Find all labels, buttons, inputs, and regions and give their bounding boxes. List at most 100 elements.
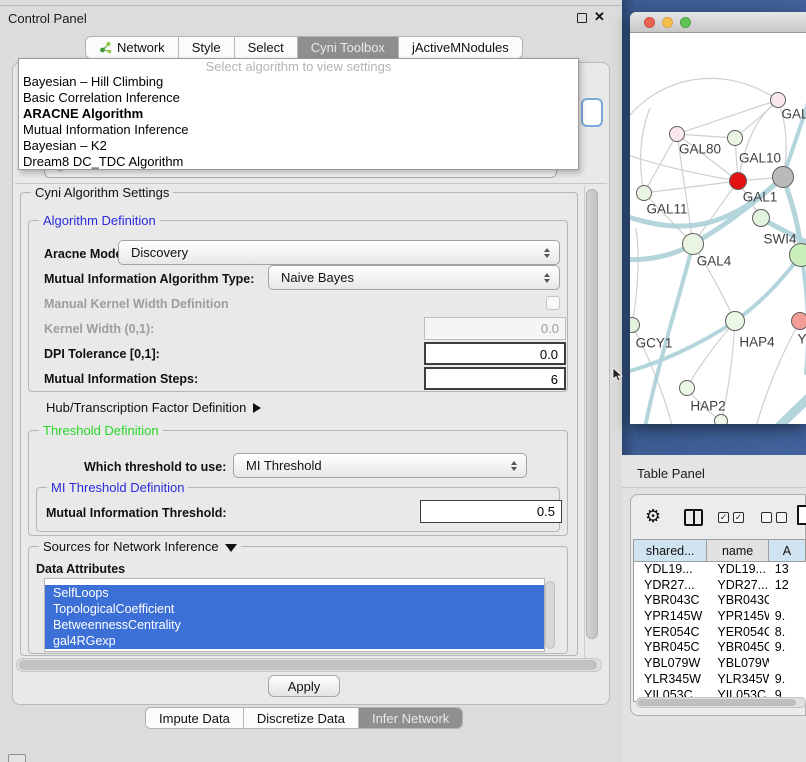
network-node[interactable] (682, 233, 704, 255)
attribute-list-item[interactable]: TopologicalCoefficient (45, 601, 544, 617)
column-header-clipped[interactable]: A (769, 540, 806, 562)
network-node[interactable] (752, 209, 770, 227)
tab-impute-data[interactable]: Impute Data (146, 708, 244, 728)
spinner-arrows-icon (544, 273, 550, 283)
table-cell (769, 656, 806, 672)
bottom-tabbar: Impute Data Discretize Data Infer Networ… (145, 707, 463, 729)
aracne-mode-label: Aracne Mode: (44, 247, 127, 261)
column-header-shared-name[interactable]: shared... (634, 540, 707, 562)
algorithm-option[interactable]: Mutual Information Inference (19, 122, 578, 138)
tab-style[interactable]: Style (179, 37, 235, 58)
close-icon[interactable]: ✕ (594, 9, 605, 25)
table-hscroll-thumb[interactable] (638, 699, 796, 706)
attribute-list-item[interactable]: SelfLoops (45, 585, 544, 601)
sources-group-title[interactable]: Sources for Network Inference (39, 539, 241, 554)
network-node[interactable] (725, 311, 745, 331)
inference-algorithm-combo-fragment[interactable] (581, 98, 603, 127)
network-node[interactable] (729, 172, 747, 190)
tab-select[interactable]: Select (235, 37, 298, 58)
table-cell: YBR043C (634, 593, 707, 609)
network-node[interactable] (727, 130, 743, 146)
table-cell: 12 (769, 578, 806, 594)
unchecked-checkbox-icon[interactable] (761, 512, 772, 523)
network-window-titlebar[interactable] (630, 12, 806, 33)
table-cell (769, 593, 806, 609)
algorithm-option[interactable]: Bayesian – K2 (19, 138, 578, 154)
network-node[interactable] (679, 380, 695, 396)
table-row[interactable]: YLR345WYLR345W9. (634, 672, 806, 688)
table-row[interactable]: YBR043CYBR043C (634, 593, 806, 609)
which-threshold-value: MI Threshold (246, 458, 322, 473)
table-cell: YPR145W (634, 609, 707, 625)
network-node-label: HAP4 (739, 335, 774, 350)
column-header-name[interactable]: name (707, 540, 768, 562)
zoom-traffic-light-icon[interactable] (680, 17, 691, 28)
unchecked-checkbox-icon[interactable] (776, 512, 787, 523)
network-canvas[interactable]: GALGAL80GAL10GAL1GAL11SWI4GAL4GCY1HAP4YH… (630, 33, 806, 424)
hub-definition-toggle[interactable]: Hub/Transcription Factor Definition (46, 400, 261, 415)
table-row[interactable]: YPR145WYPR145W9. (634, 609, 806, 625)
algorithm-option[interactable]: Basic Correlation Inference (19, 90, 578, 106)
kernel-width-field[interactable]: 0.0 (424, 317, 566, 340)
tab-discretize-data[interactable]: Discretize Data (244, 708, 359, 728)
network-node[interactable] (789, 243, 806, 267)
dpi-tolerance-field[interactable]: 0.0 (424, 342, 566, 365)
algorithm-option[interactable]: ARACNE Algorithm (19, 106, 578, 122)
algorithm-option[interactable]: Bayesian – Hill Climbing (19, 74, 578, 90)
tab-cyni-toolbox[interactable]: Cyni Toolbox (298, 37, 399, 58)
table-row[interactable]: YBR045CYBR045C9. (634, 640, 806, 656)
minimize-traffic-light-icon[interactable] (662, 17, 673, 28)
network-node[interactable] (714, 414, 728, 424)
apply-button[interactable]: Apply (268, 675, 340, 697)
network-window[interactable]: GALGAL80GAL10GAL1GAL11SWI4GAL4GCY1HAP4YH… (630, 12, 806, 424)
tab-network[interactable]: Network (86, 37, 179, 58)
network-node[interactable] (636, 185, 652, 201)
algorithm-option[interactable]: Dream8 DC_TDC Algorithm (19, 154, 578, 170)
manual-kernel-checkbox[interactable] (546, 296, 560, 310)
minimized-panel-icon[interactable] (8, 754, 26, 762)
which-threshold-combo[interactable]: MI Threshold (233, 453, 527, 478)
mi-type-combo[interactable]: Naive Bayes (268, 265, 560, 290)
network-canvas-nodes: GALGAL80GAL10GAL1GAL11SWI4GAL4GCY1HAP4YH… (630, 33, 806, 424)
mi-threshold-group-title: MI Threshold Definition (47, 480, 188, 495)
tab-jactivemnodules[interactable]: jActiveMNodules (399, 37, 522, 58)
gear-icon[interactable]: ⚙ (645, 506, 661, 527)
checked-checkbox-icon[interactable]: ✓ (733, 512, 744, 523)
mi-threshold-field[interactable]: 0.5 (420, 500, 562, 523)
mi-type-value: Naive Bayes (281, 270, 354, 285)
table-row[interactable]: YDR27...YDR27...12 (634, 578, 806, 594)
network-node-label: GAL11 (646, 202, 687, 217)
network-node[interactable] (772, 166, 794, 188)
mi-steps-field[interactable]: 6 (424, 367, 566, 390)
table-cell: YBR043C (707, 593, 768, 609)
aracne-mode-combo[interactable]: Discovery (118, 240, 560, 265)
network-node[interactable] (630, 317, 640, 333)
close-traffic-light-icon[interactable] (644, 17, 655, 28)
table-cell: YBR045C (634, 640, 707, 656)
collapse-down-icon (225, 544, 237, 552)
table-row[interactable]: YDL19...YDL19...13 (634, 562, 806, 578)
cyni-algorithm-settings-title: Cyni Algorithm Settings (31, 185, 173, 200)
settings-vscroll-thumb[interactable] (586, 189, 598, 639)
document-icon[interactable] (797, 505, 806, 525)
attribute-list-item[interactable]: gal4RGexp (45, 633, 544, 649)
table-cell: 9. (769, 640, 806, 656)
attribute-list-scrollbar[interactable] (545, 581, 555, 649)
kernel-width-label: Kernel Width (0,1): (44, 322, 154, 336)
attribute-list-item[interactable]: BetweennessCentrality (45, 617, 544, 633)
network-node[interactable] (791, 312, 806, 330)
table-cell: YPR145W (707, 609, 768, 625)
checked-checkbox-icon[interactable]: ✓ (718, 512, 729, 523)
data-attributes-list[interactable]: SelfLoopsTopologicalCoefficientBetweenne… (44, 578, 545, 652)
settings-hscroll-thumb[interactable] (19, 660, 597, 670)
network-node[interactable] (669, 126, 685, 142)
table-row[interactable]: YER054CYER054C8. (634, 625, 806, 641)
table-row[interactable]: YBL079WYBL079W (634, 656, 806, 672)
float-window-icon[interactable] (577, 13, 587, 23)
split-columns-icon[interactable] (684, 509, 703, 526)
table-cell: YBL079W (634, 656, 707, 672)
network-node-label: HAP2 (690, 399, 725, 414)
tab-infer-network[interactable]: Infer Network (359, 708, 462, 728)
table-body: YDL19...YDL19...13YDR27...YDR27...12YBR0… (634, 562, 806, 702)
table-cell: YBL079W (707, 656, 768, 672)
